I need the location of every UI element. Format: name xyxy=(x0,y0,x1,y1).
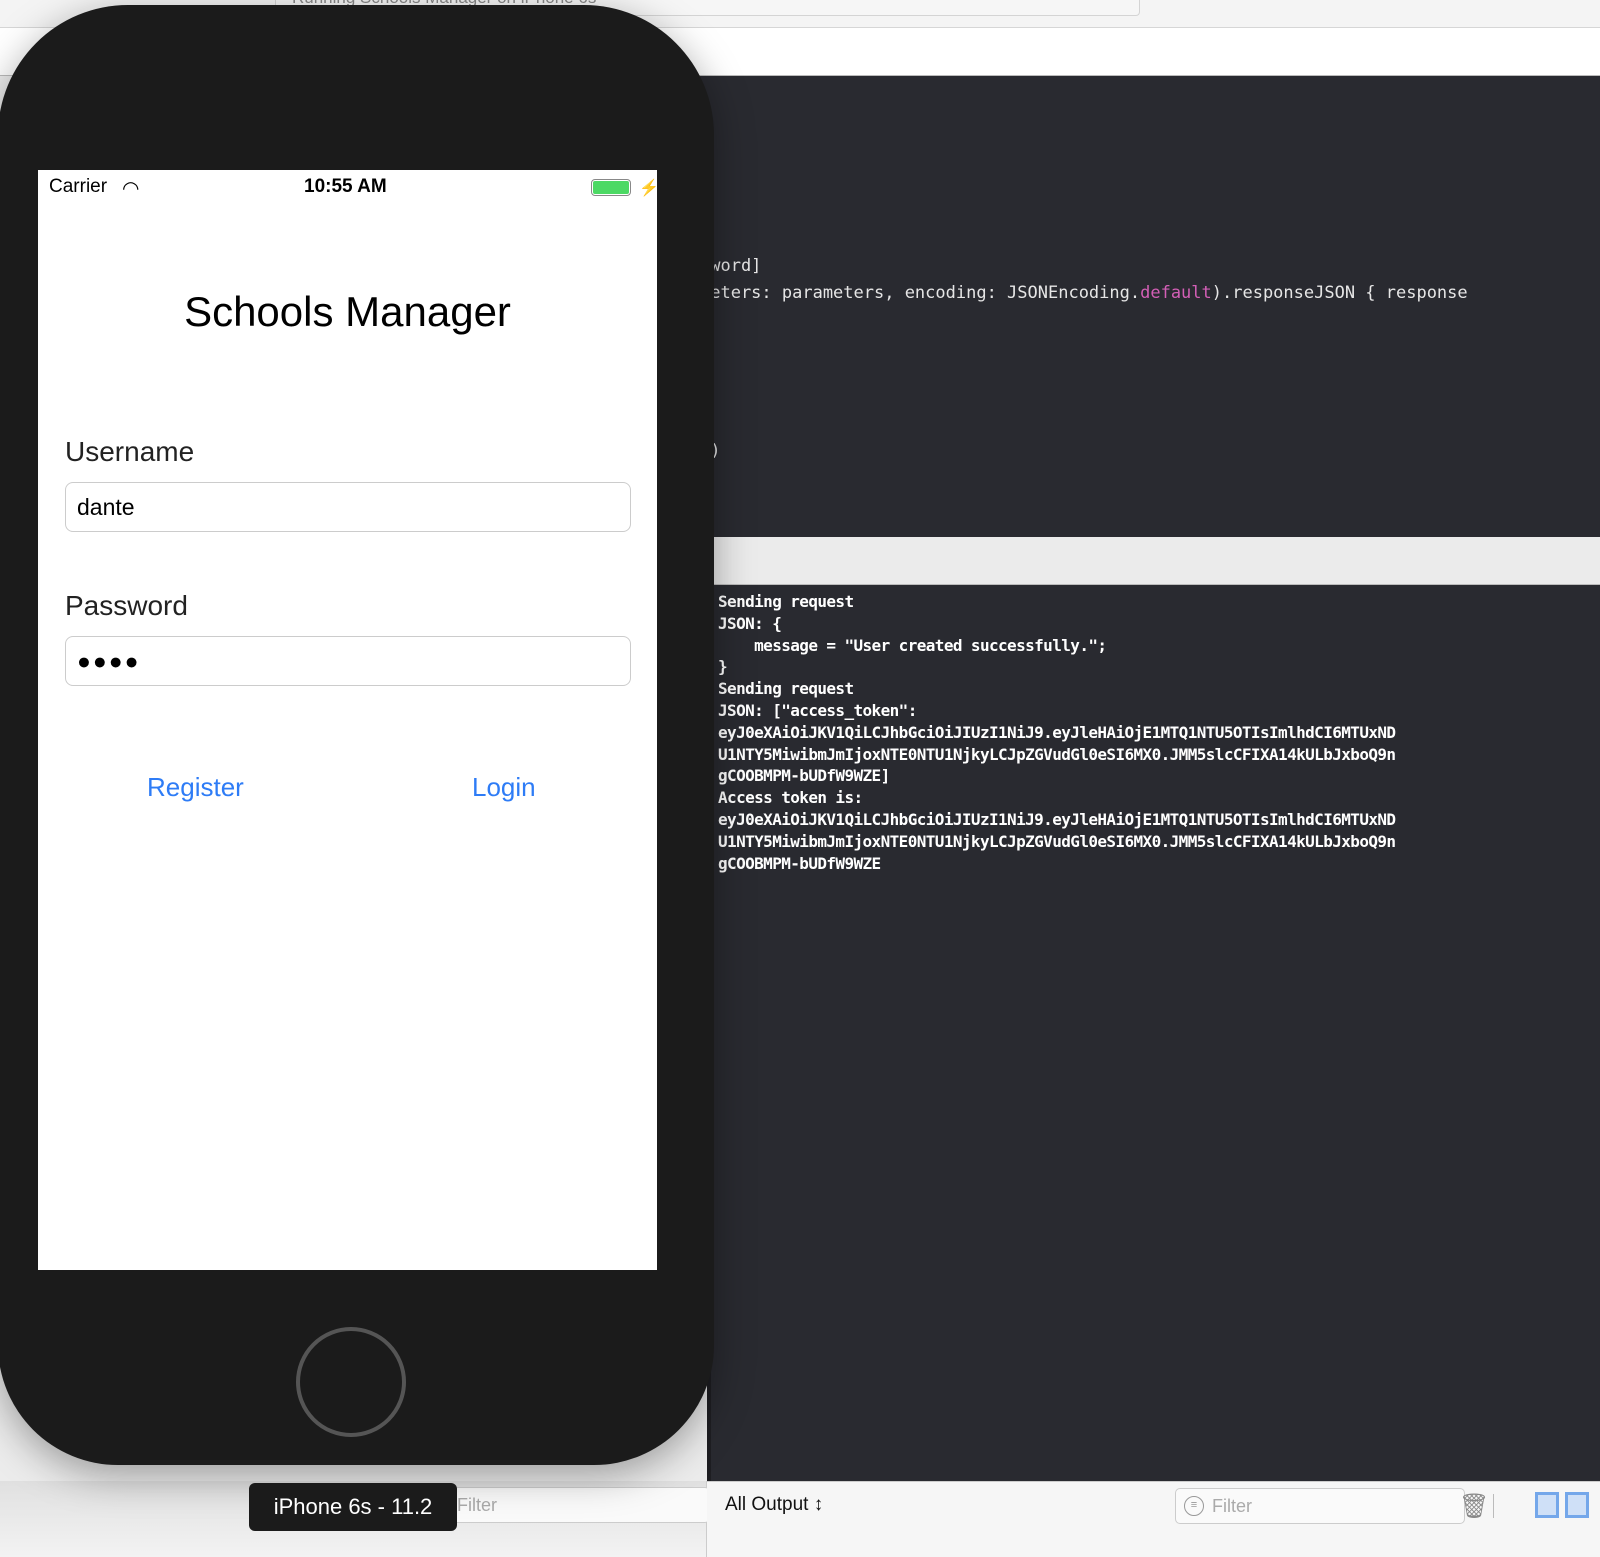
code-keyword: default xyxy=(1140,283,1212,303)
username-label: Username xyxy=(65,436,195,467)
filter-placeholder: Filter xyxy=(1212,1496,1252,1516)
debug-bar xyxy=(700,537,1600,585)
battery-icon xyxy=(591,179,631,196)
filter-icon: ≡ xyxy=(1184,1496,1204,1516)
trash-icon[interactable]: 🗑 xyxy=(1459,1492,1489,1521)
right-pane-toggle-icon[interactable] xyxy=(1565,1492,1589,1518)
app-title: Schools Manager xyxy=(184,288,511,335)
register-button[interactable]: Register xyxy=(147,772,244,803)
username-field[interactable]: dante xyxy=(65,482,631,532)
login-button[interactable]: Login xyxy=(472,772,536,803)
code-line: neters: parameters, encoding: JSONEncodi… xyxy=(700,283,1468,303)
code-editor[interactable]: sword] neters: parameters, encoding: JSO… xyxy=(700,76,1600,537)
variables-filter-input[interactable]: ≡Filter xyxy=(420,1487,710,1523)
status-time: 10:55 AM xyxy=(304,176,387,197)
console-bottom-bar: All Output ↕ ≡ Filter 🗑 xyxy=(707,1481,1600,1557)
charging-icon: ⚡ xyxy=(639,180,659,197)
console-output[interactable]: Sending request JSON: { message = "User … xyxy=(707,585,1600,1481)
console-filter-input[interactable]: ≡ Filter xyxy=(1175,1488,1465,1524)
simulator-screen: Carrier ◠ 10:55 AM ⚡ Schools Manager Use… xyxy=(38,170,659,1270)
device-label: iPhone 6s - 11.2 xyxy=(249,1483,457,1531)
carrier-label: Carrier xyxy=(49,176,108,197)
left-pane-toggle-icon[interactable] xyxy=(1535,1492,1559,1518)
home-button[interactable] xyxy=(296,1327,406,1437)
code-text: ).responseJSON { response xyxy=(1211,283,1468,303)
separator xyxy=(1493,1494,1494,1518)
password-field[interactable]: ●●●● xyxy=(65,636,631,686)
password-label: Password xyxy=(65,590,188,621)
output-selector[interactable]: All Output ↕ xyxy=(725,1494,823,1516)
wifi-icon: ◠ xyxy=(122,178,140,200)
filter-placeholder: Filter xyxy=(457,1495,497,1515)
code-text: neters: parameters, encoding: JSONEncodi… xyxy=(700,283,1141,303)
